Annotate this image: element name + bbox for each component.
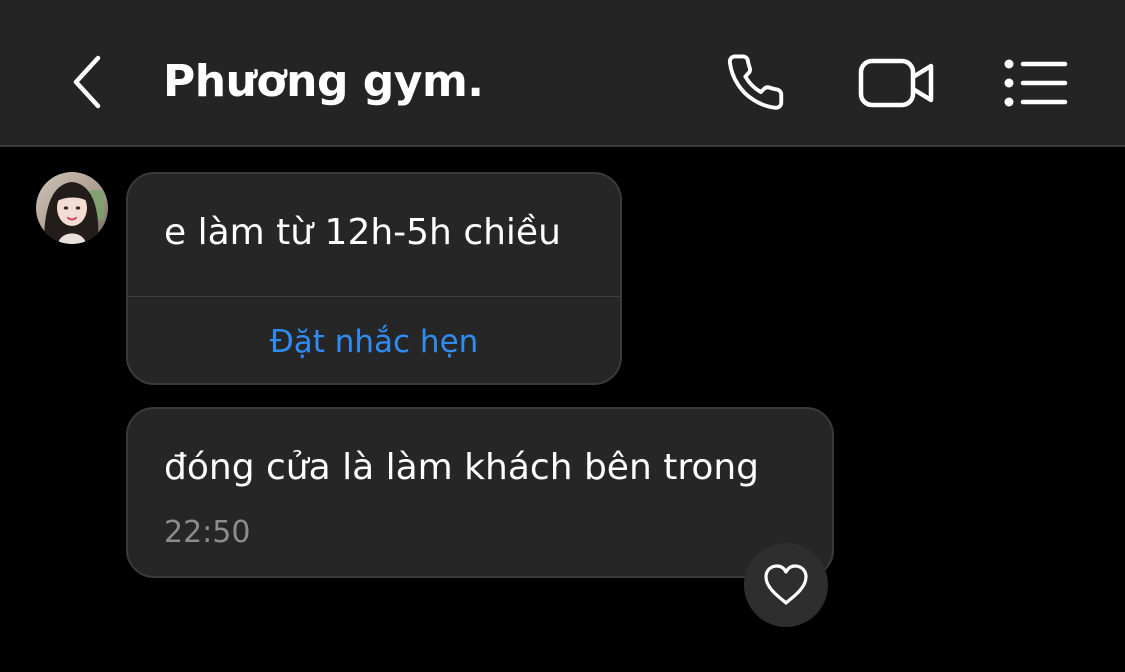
contact-avatar[interactable] bbox=[36, 172, 108, 244]
message-text: đóng cửa là làm khách bên trong bbox=[164, 447, 760, 488]
message-bubble[interactable]: e làm từ 12h-5h chiều Đặt nhắc hẹn bbox=[126, 172, 622, 385]
set-reminder-link[interactable]: Đặt nhắc hẹn bbox=[128, 324, 620, 360]
video-call-button[interactable] bbox=[852, 48, 942, 118]
message-timestamp: 22:50 bbox=[164, 515, 251, 550]
contact-name[interactable]: Phương gym. bbox=[163, 56, 484, 107]
message-bubble[interactable]: đóng cửa là làm khách bên trong 22:50 bbox=[126, 407, 834, 578]
chat-screen: Phương gym. e làm từ 12h-5h chiều Đặt nh… bbox=[0, 0, 1125, 672]
phone-icon bbox=[727, 54, 784, 110]
list-menu-icon bbox=[1004, 59, 1068, 107]
bubble-divider bbox=[128, 296, 620, 297]
voice-call-button[interactable] bbox=[720, 48, 796, 118]
back-button[interactable] bbox=[58, 52, 118, 112]
react-heart-button[interactable] bbox=[744, 543, 828, 627]
chat-info-button[interactable] bbox=[998, 48, 1074, 118]
heart-outline-icon bbox=[764, 564, 808, 605]
avatar-image bbox=[36, 172, 108, 244]
chat-header: Phương gym. bbox=[0, 0, 1125, 147]
video-camera-icon bbox=[858, 58, 934, 108]
chevron-left-icon bbox=[73, 55, 101, 109]
message-text: e làm từ 12h-5h chiều bbox=[164, 212, 561, 253]
